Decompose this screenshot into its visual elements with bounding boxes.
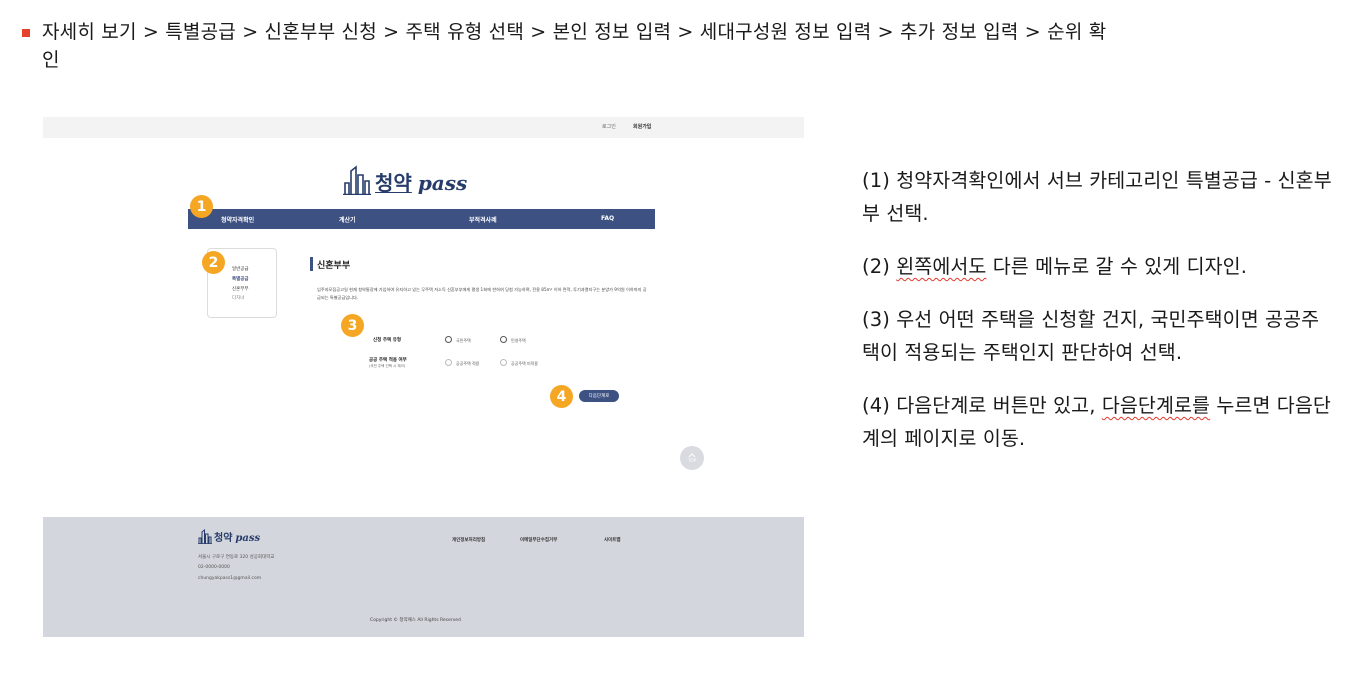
footer-building-icon xyxy=(198,529,212,544)
note-3: (3) 우선 어떤 주택을 신청할 건지, 국민주택이면 공공주택이 적용되는 … xyxy=(862,308,1320,364)
note-4: (4) 다음단계로 버튼만 있고, 다음단계로를 누르면 다음단계의 페이지로 … xyxy=(862,389,1332,455)
side-item-special[interactable]: 특별공급 xyxy=(232,276,249,282)
public-housing-sublabel: (국민 주택 선택 시 체크) xyxy=(369,364,406,368)
footer-logo-korean: 청약 xyxy=(214,533,233,544)
nav-item-calculator[interactable]: 계산기 xyxy=(339,215,356,224)
footer-phone: 02-0000-0000 xyxy=(198,565,230,570)
footer-logo[interactable]: 청약 pass xyxy=(198,529,260,544)
building-logo-icon xyxy=(343,165,371,195)
scroll-top-button[interactable]: TOP xyxy=(680,446,704,470)
side-item-newlywed[interactable]: 신혼부부 xyxy=(232,286,249,292)
radio-public-applied[interactable] xyxy=(445,359,452,366)
radio-public-not-applied[interactable] xyxy=(500,359,507,366)
mockup-topbar: 로그인 회원가입 xyxy=(43,117,804,138)
footer-link-email-refusal[interactable]: 이메일무단수집거부 xyxy=(520,537,557,543)
note-2-prefix: (2) xyxy=(862,255,897,278)
footer-link-privacy[interactable]: 개인정보처리방침 xyxy=(452,537,485,543)
section-description: 입주자모집공고일 현재 청약통장에 가입하여 유지하고 있는 무주택 저소득 신… xyxy=(317,287,647,300)
breadcrumb-line-1: 자세히 보기 > 특별공급 > 신혼부부 신청 > 주택 유형 선택 > 본인 … xyxy=(42,21,1107,43)
site-footer: 청약 pass 서울시 구로구 연동로 320 성공회대학교 02-0000-0… xyxy=(43,517,804,637)
note-1: (1) 청약자격확인에서 서브 카테고리인 특별공급 - 신혼부부 선택. xyxy=(862,169,1332,225)
note-2-suffix: 다른 메뉴로 갈 수 있게 디자인. xyxy=(986,255,1248,278)
website-mockup: 로그인 회원가입 청약 pass 청약자격확인 계산기 부적격사례 FAQ 1 … xyxy=(43,117,804,637)
annotation-notes: (1) 청약자격확인에서 서브 카테고리인 특별공급 - 신혼부부 선택. (2… xyxy=(862,164,1332,475)
logo-english-text: pass xyxy=(417,171,468,195)
step-badge-3: 3 xyxy=(341,314,364,337)
footer-copyright: Copyright © 청약패스 All Rights Reserved xyxy=(370,618,461,623)
bullet-icon xyxy=(22,29,30,37)
logo-korean-text: 청약 xyxy=(375,171,412,195)
radio-public-applied-label: 공공주택 적용 xyxy=(456,361,480,366)
radio-national-housing-label: 국민주택 xyxy=(456,338,471,343)
section-title-bar xyxy=(310,257,313,271)
login-link[interactable]: 로그인 xyxy=(602,123,616,130)
step-badge-1: 1 xyxy=(190,195,213,218)
footer-email: chungyakpass1@gmail.com xyxy=(198,576,262,581)
nav-item-ineligible-cases[interactable]: 부적격사례 xyxy=(469,215,497,224)
side-item-multichild[interactable]: 다자녀 xyxy=(232,295,244,301)
scroll-top-label: TOP xyxy=(687,458,696,463)
radio-public-not-applied-label: 공공주택 미적용 xyxy=(511,361,539,366)
radio-national-housing[interactable] xyxy=(445,336,452,343)
site-logo[interactable]: 청약 pass xyxy=(343,159,467,195)
footer-link-sitemap[interactable]: 사이트맵 xyxy=(604,537,621,543)
side-item-general[interactable]: 일반공급 xyxy=(232,266,249,272)
step-badge-2: 2 xyxy=(202,251,225,274)
step-badge-4: 4 xyxy=(550,385,573,408)
main-nav: 청약자격확인 계산기 부적격사례 FAQ xyxy=(188,209,655,229)
breadcrumb-line-2: 인 xyxy=(42,49,60,71)
nav-item-faq[interactable]: FAQ xyxy=(601,215,614,222)
footer-address: 서울시 구로구 연동로 320 성공회대학교 xyxy=(198,555,275,560)
note-2-spellcheck-word: 왼쪽에서도 xyxy=(896,255,987,278)
radio-private-housing[interactable] xyxy=(500,336,507,343)
note-2: (2) 왼쪽에서도 다른 메뉴로 갈 수 있게 디자인. xyxy=(862,250,1332,283)
join-link[interactable]: 회원가입 xyxy=(633,123,651,130)
section-title: 신혼부부 xyxy=(317,261,351,271)
housing-type-label: 신청 주택 유형 xyxy=(373,338,401,343)
nav-item-eligibility[interactable]: 청약자격확인 xyxy=(221,215,254,224)
radio-private-housing-label: 민영주택 xyxy=(511,338,526,343)
note-4-spellcheck-word: 다음단계로를 xyxy=(1101,394,1211,417)
public-housing-label: 공공 주택 적용 여부 xyxy=(369,358,407,363)
note-4-prefix: (4) 다음단계로 버튼만 있고, xyxy=(862,394,1102,417)
next-step-button[interactable]: 다음단계로 xyxy=(579,390,619,402)
footer-logo-english: pass xyxy=(235,533,261,544)
